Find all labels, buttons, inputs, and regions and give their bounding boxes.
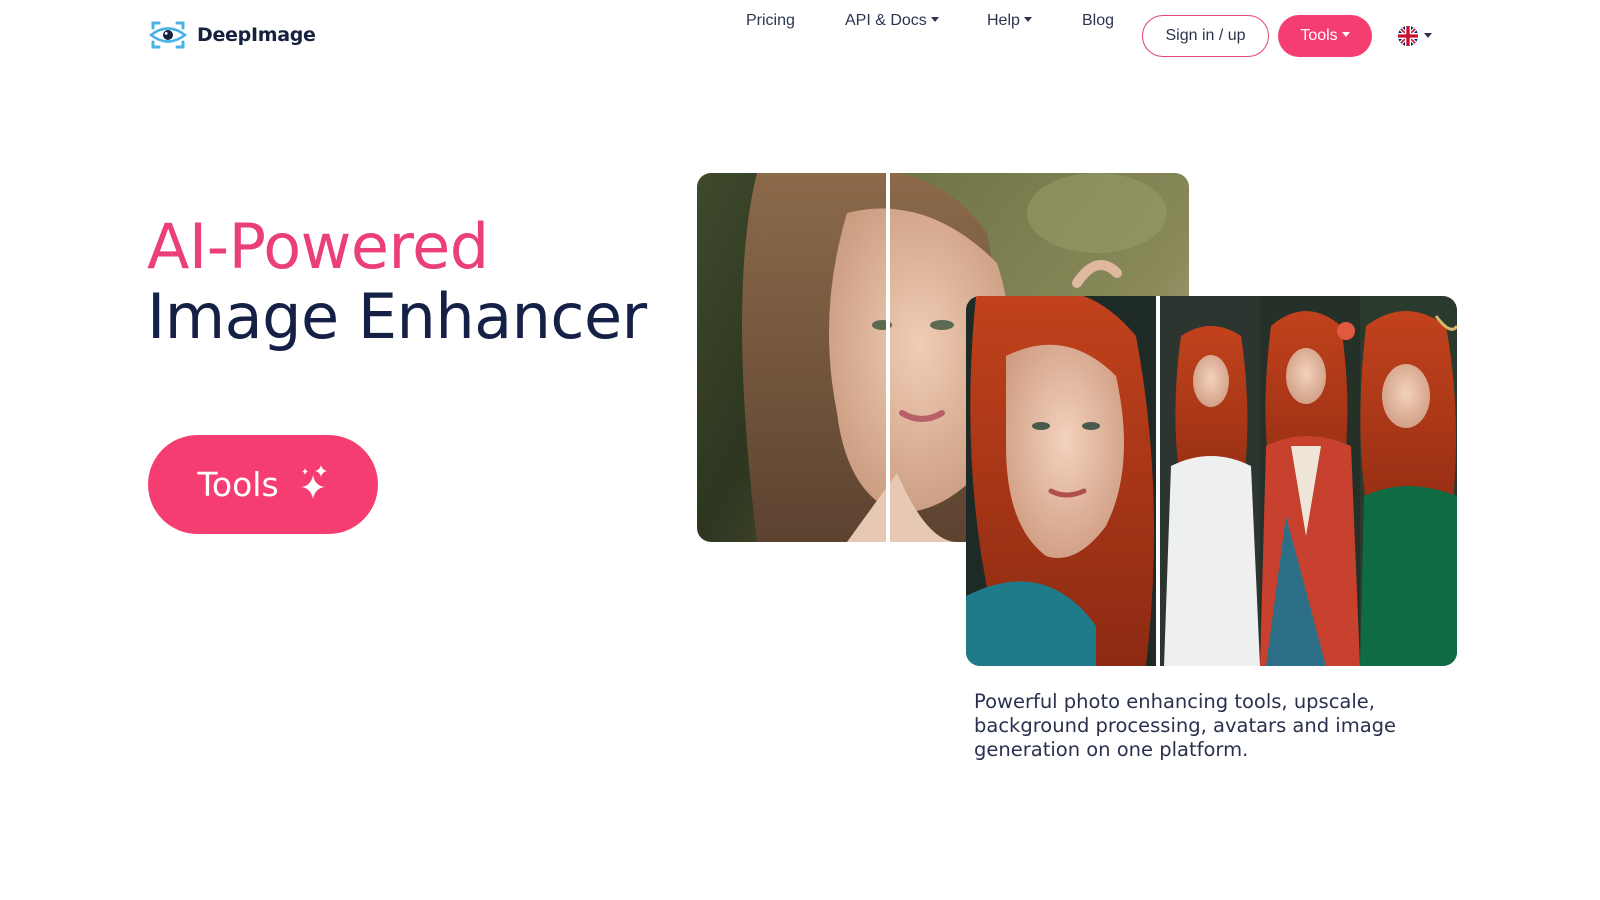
hero-caption: Powerful photo enhancing tools, upscale,… <box>974 690 1397 761</box>
red-hair-avatars-image <box>966 296 1457 666</box>
tools-dropdown-button[interactable]: Tools <box>1278 15 1372 57</box>
nav-blog[interactable]: Blog <box>1082 0 1114 42</box>
nav-api-docs[interactable]: API & Docs <box>845 0 939 42</box>
site-header: DeepImage Pricing API & Docs Help Blog S… <box>0 0 1600 72</box>
nav-help-label: Help <box>987 12 1020 29</box>
nav-pricing[interactable]: Pricing <box>746 0 795 42</box>
tools-dropdown-label: Tools <box>1300 27 1338 44</box>
caret-down-icon <box>1341 32 1350 38</box>
hero-tools-button[interactable]: Tools <box>148 435 378 534</box>
hero-tools-label: Tools <box>197 465 279 504</box>
brand-name: DeepImage <box>197 24 316 46</box>
hero-title-main: Image Enhancer <box>147 280 647 353</box>
hero-title: AI-Powered Image Enhancer <box>147 212 647 352</box>
signin-button[interactable]: Sign in / up <box>1142 15 1269 57</box>
caret-down-icon <box>1023 17 1032 23</box>
language-selector[interactable] <box>1398 26 1432 46</box>
logo[interactable]: DeepImage <box>147 20 316 50</box>
caret-down-icon <box>1424 32 1432 38</box>
nav-api-docs-label: API & Docs <box>845 12 927 29</box>
hero-title-accent: AI-Powered <box>147 210 489 283</box>
caret-down-icon <box>930 17 939 23</box>
eye-logo-icon <box>147 20 189 50</box>
sparkles-icon <box>299 465 329 504</box>
uk-flag-icon <box>1398 26 1418 46</box>
nav-help[interactable]: Help <box>987 0 1032 42</box>
